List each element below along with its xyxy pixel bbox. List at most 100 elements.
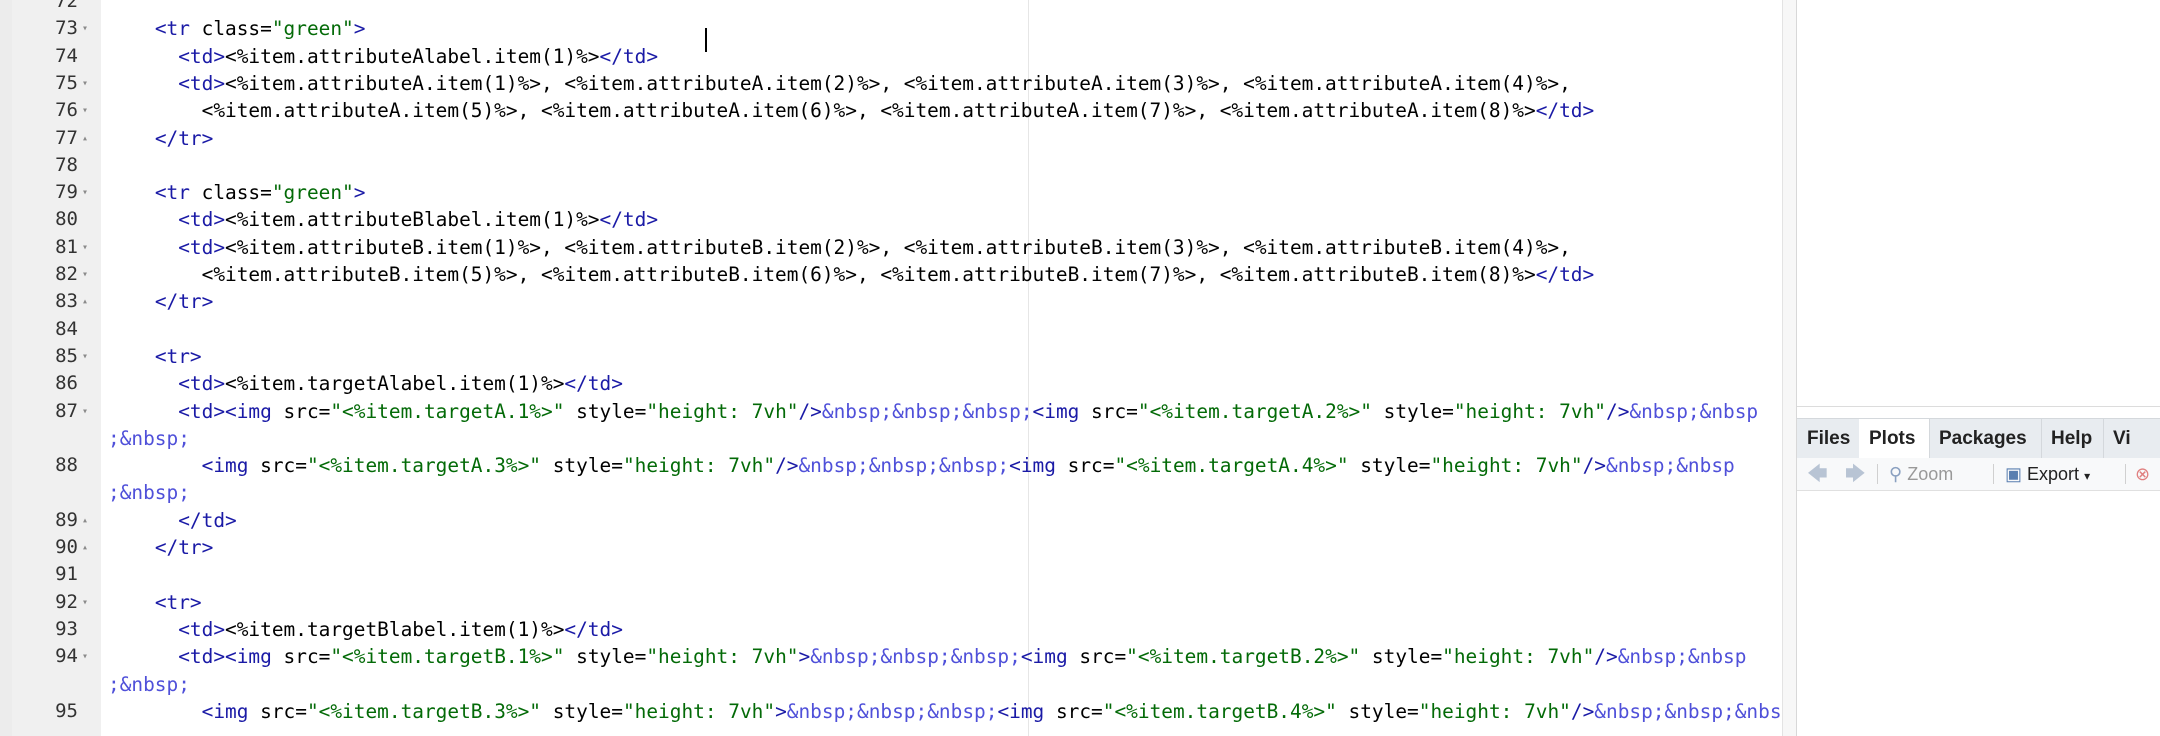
code-token: style= (564, 399, 647, 423)
code-token: <img (1032, 399, 1080, 423)
code-token: "height: 7vh" (1430, 454, 1583, 478)
fold-collapse-icon[interactable]: ▾ (82, 234, 88, 261)
code-token: &nbsp;&nbsp;&nbsp; (810, 645, 1021, 669)
code-token: "<%item.targetA.2%>" (1137, 399, 1372, 423)
export-button[interactable]: ▣ Export ▾ (2005, 458, 2090, 490)
back-arrow-icon[interactable]: 🡄 (1807, 458, 1828, 490)
code-token: "<%item.targetA.4%>" (1114, 454, 1349, 478)
code-token: </td> (564, 617, 623, 641)
pane-tabstrip: Files Plots Packages Help Vi (1797, 418, 2160, 460)
fold-collapse-icon[interactable]: ▾ (82, 97, 88, 124)
code-token: &nbsp;&nbsp (1606, 454, 1735, 478)
line-number: 93 (55, 617, 78, 640)
code-line: <td><img src="<%item.targetA.1%>" style=… (108, 398, 1758, 425)
code-token: class= (189, 181, 272, 205)
fold-collapse-icon[interactable]: ▾ (82, 343, 88, 370)
code-line: <td><%item.attributeA.item(1)%>, <%item.… (108, 70, 1571, 97)
forward-arrow-icon[interactable]: 🡆 (1845, 458, 1866, 490)
environment-panel (1797, 0, 2160, 407)
fold-collapse-icon[interactable]: ▾ (82, 70, 88, 97)
line-number: 95 (55, 699, 78, 722)
code-line: <tr class="green"> (108, 179, 366, 206)
code-token: <td><img (178, 645, 272, 669)
code-line: <td><%item.targetBlabel.item(1)%></td> (108, 616, 623, 643)
code-token: style= (1360, 645, 1443, 669)
code-line: </tr> (108, 288, 214, 315)
code-token: style= (564, 645, 647, 669)
code-line: ;&nbsp; (108, 479, 190, 506)
code-token: style= (541, 699, 623, 723)
code-line: <td><%item.attributeAlabel.item(1)%></td… (108, 43, 658, 70)
chevron-down-icon: ▾ (2084, 469, 2091, 483)
code-token: <tr> (154, 590, 202, 614)
fold-collapse-icon[interactable]: ▾ (82, 261, 88, 288)
zoom-label: Zoom (1907, 464, 1954, 484)
code-token: </td> (178, 508, 237, 532)
fold-end-icon[interactable]: ▴ (82, 125, 88, 152)
code-token: /> (798, 399, 822, 423)
code-token: <td> (178, 235, 226, 259)
code-token: src= (248, 699, 307, 723)
code-token: <tr (154, 181, 190, 205)
line-number: 82 (55, 263, 78, 285)
zoom-magnifier-icon: ⚲ (1889, 464, 1903, 484)
code-token: ;&nbsp; (108, 426, 190, 450)
fold-collapse-icon[interactable]: ▾ (82, 589, 88, 616)
tab-viewer[interactable]: Vi (2103, 419, 2160, 459)
code-token: <%item.targetBlabel.item(1)%> (225, 617, 565, 641)
line-number: 88 (55, 454, 78, 477)
code-token: src= (1044, 699, 1103, 723)
code-token: &nbsp;&nbsp;&nbsp (1594, 699, 1782, 723)
fold-collapse-icon[interactable]: ▾ (82, 179, 88, 206)
code-token: /> (1606, 399, 1630, 423)
code-line: <td><%item.attributeBlabel.item(1)%></td… (108, 206, 658, 233)
fold-end-icon[interactable]: ▴ (82, 507, 88, 534)
tab-help[interactable]: Help (2041, 419, 2104, 459)
code-token: <tr (154, 17, 190, 41)
code-token: "<%item.targetB.2%>" (1126, 645, 1361, 669)
code-token: "green" (271, 181, 354, 205)
code-editor[interactable]: 72 73 ▾ 74 75 ▾ 76 ▾ 77 ▴ 78 79 ▾ 80 81 ▾ 82 ▾ 83 ▴ 84 85 ▾ 86 8… (12, 0, 1782, 736)
code-line: <tr class="green"> (108, 15, 366, 42)
code-line: <img src="<%item.targetB.3%>" style="hei… (108, 698, 1782, 725)
code-token: <%item.attributeA.item(1)%>, <%item.attr… (225, 71, 1571, 95)
line-number: 75 (55, 71, 78, 94)
code-token: &nbsp;&nbsp (1617, 645, 1747, 669)
remove-plot-icon[interactable]: ⊗ (2135, 458, 2150, 490)
line-number-gutter: 72 73 ▾ 74 75 ▾ 76 ▾ 77 ▴ 78 79 ▾ 80 81 ▾ 82 ▾ 83 ▴ 84 85 ▾ 86 8… (12, 0, 101, 736)
editor-scrollbar[interactable] (1782, 0, 1797, 736)
code-line: <td><%item.targetAlabel.item(1)%></td> (108, 370, 623, 397)
code-token: > (775, 699, 787, 723)
code-token: <td> (178, 44, 226, 68)
zoom-button[interactable]: ⚲ Zoom (1889, 458, 1953, 490)
code-token: <img (1020, 645, 1068, 669)
tab-files[interactable]: Files (1797, 419, 1860, 459)
code-token: <%item.attributeB.item(1)%>, <%item.attr… (225, 235, 1571, 259)
code-token: </td> (599, 44, 659, 68)
code-token: "height: 7vh" (622, 699, 776, 723)
code-token: <%item.attributeB.item(5)%>, <%item.attr… (108, 263, 1536, 286)
tab-packages[interactable]: Packages (1929, 419, 2042, 459)
fold-collapse-icon[interactable]: ▾ (82, 643, 88, 670)
code-token: /> (1582, 454, 1606, 478)
fold-end-icon[interactable]: ▴ (82, 534, 88, 561)
code-token: src= (1055, 454, 1115, 478)
fold-collapse-icon[interactable]: ▾ (82, 15, 88, 42)
code-token: src= (271, 399, 331, 423)
code-token: <img (997, 699, 1045, 723)
code-token: "height: 7vh" (1453, 399, 1606, 423)
fold-collapse-icon[interactable]: ▾ (82, 398, 88, 425)
line-number: 77 (55, 126, 78, 149)
code-token: "height: 7vh" (1418, 699, 1571, 723)
fold-end-icon[interactable]: ▴ (82, 288, 88, 315)
tab-plots[interactable]: Plots (1859, 419, 1930, 459)
code-token: "<%item.targetA.3%>" (306, 454, 542, 478)
code-token: /> (1594, 645, 1618, 669)
